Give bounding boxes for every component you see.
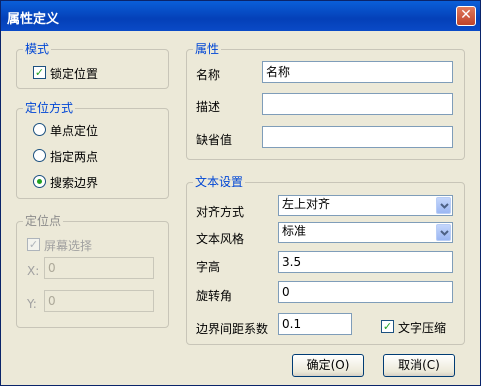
chevron-down-icon: [440, 230, 449, 236]
window-title: 属性定义: [7, 12, 60, 27]
default-value-label: 缺省值: [196, 133, 233, 147]
style-select-arrow[interactable]: [436, 224, 451, 241]
lock-position-label: 锁定位置: [50, 67, 99, 81]
text-settings-group: 文本设置 对齐方式 左上对齐 文本风格 标准 字高 3.5 旋转角 0 边界间距…: [186, 175, 465, 345]
x-field[interactable]: 0: [44, 257, 154, 279]
name-field[interactable]: 名称: [262, 61, 453, 83]
description-field[interactable]: [262, 93, 453, 115]
radio-two-points-label: 指定两点: [50, 150, 99, 164]
cancel-button[interactable]: 取消(C): [383, 354, 455, 377]
ok-button[interactable]: 确定(O): [292, 354, 364, 377]
compress-text-label: 文字压缩: [398, 321, 447, 335]
radio-two-points[interactable]: [33, 149, 46, 162]
compress-text-checkbox[interactable]: ✓: [381, 320, 394, 333]
font-height-label: 字高: [196, 260, 221, 274]
radio-search-boundary[interactable]: [33, 175, 46, 188]
positioning-group-title: 定位方式: [23, 101, 76, 115]
style-label: 文本风格: [196, 232, 245, 246]
text-settings-group-title: 文本设置: [193, 175, 246, 189]
name-label: 名称: [196, 68, 221, 82]
mode-group-title: 模式: [23, 42, 52, 56]
positioning-group: 定位方式 单点定位 指定两点 搜索边界: [16, 101, 169, 199]
anchor-group-title: 定位点: [23, 214, 64, 228]
align-select-value: 左上对齐: [282, 197, 331, 211]
dialog-window: 属性定义 ✕ 模式 ✓ 锁定位置 定位方式 单点定位 指定两点 搜索边界 定位点…: [0, 0, 481, 386]
screen-pick-checkbox[interactable]: ✓: [27, 238, 40, 251]
anchor-group: 定位点 ✓ 屏幕选择 X: 0 Y: 0: [16, 214, 169, 328]
attribute-group: 属性 名称 名称 描述 缺省值: [186, 42, 465, 160]
align-select-arrow[interactable]: [436, 197, 451, 214]
y-field[interactable]: 0: [44, 290, 154, 312]
chevron-down-icon: [440, 203, 449, 209]
close-icon: ✕: [460, 7, 472, 23]
screen-pick-label: 屏幕选择: [44, 239, 93, 253]
lock-position-checkbox[interactable]: ✓: [33, 66, 46, 79]
radio-search-boundary-label: 搜索边界: [50, 176, 99, 190]
align-select[interactable]: 左上对齐: [278, 195, 453, 216]
radio-single-point-label: 单点定位: [50, 124, 99, 138]
style-select[interactable]: 标准: [278, 222, 453, 243]
attribute-group-title: 属性: [193, 42, 222, 56]
y-label: Y:: [27, 297, 37, 311]
font-height-field[interactable]: 3.5: [278, 251, 453, 273]
default-value-field[interactable]: [262, 126, 453, 148]
radio-selected-dot: [37, 179, 42, 184]
align-label: 对齐方式: [196, 205, 245, 219]
close-button[interactable]: ✕: [456, 6, 476, 26]
rotation-field[interactable]: 0: [278, 281, 453, 303]
radio-single-point[interactable]: [33, 123, 46, 136]
title-bar[interactable]: 属性定义 ✕: [1, 1, 480, 31]
mode-group: 模式 ✓ 锁定位置: [16, 42, 169, 89]
style-select-value: 标准: [282, 224, 307, 238]
description-label: 描述: [196, 100, 221, 114]
x-label: X:: [27, 264, 40, 278]
rotation-label: 旋转角: [196, 289, 233, 303]
margin-factor-label: 边界间距系数: [196, 322, 269, 336]
margin-factor-field[interactable]: 0.1: [278, 313, 352, 335]
